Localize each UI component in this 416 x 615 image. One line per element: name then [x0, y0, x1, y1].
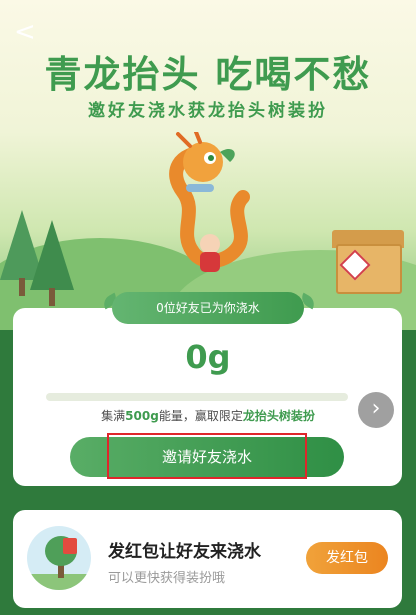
red-packet-thumbnail — [27, 526, 91, 590]
page-title: 青龙抬头 吃喝不愁 — [44, 53, 372, 96]
hero-banner: < 青龙抬头 吃喝不愁 邀好友浇水获龙抬头树装扮 — [0, 0, 416, 330]
red-packet-subtitle: 可以更快获得装扮哦 — [108, 571, 226, 586]
energy-progress-bar — [46, 393, 348, 401]
goal-amount: 500g — [125, 409, 159, 423]
tree-trunk — [19, 278, 25, 296]
highlight-box — [107, 433, 307, 479]
back-button[interactable]: < — [14, 17, 38, 47]
goal-reward: 龙抬头树装扮 — [242, 409, 315, 423]
goal-prefix: 集满 — [101, 409, 126, 423]
goal-middle: 能量，赢取限定 — [158, 409, 243, 423]
red-envelope-icon — [63, 538, 77, 554]
energy-amount: 0g — [185, 338, 231, 376]
tree-trunk — [49, 288, 55, 306]
red-packet-title: 发红包让好友来浇水 — [108, 542, 261, 562]
friends-watered-badge: 0位好友已为你浇水 — [112, 292, 304, 324]
page-subtitle: 邀好友浇水获龙抬头树装扮 — [88, 101, 328, 121]
goal-text: 集满500g能量，赢取限定龙抬头树装扮 — [0, 407, 416, 424]
dragon-illustration — [169, 132, 250, 272]
chevron-left-icon: < — [14, 17, 36, 47]
send-red-packet-button[interactable]: 发红包 — [306, 542, 388, 574]
tree — [30, 220, 74, 290]
